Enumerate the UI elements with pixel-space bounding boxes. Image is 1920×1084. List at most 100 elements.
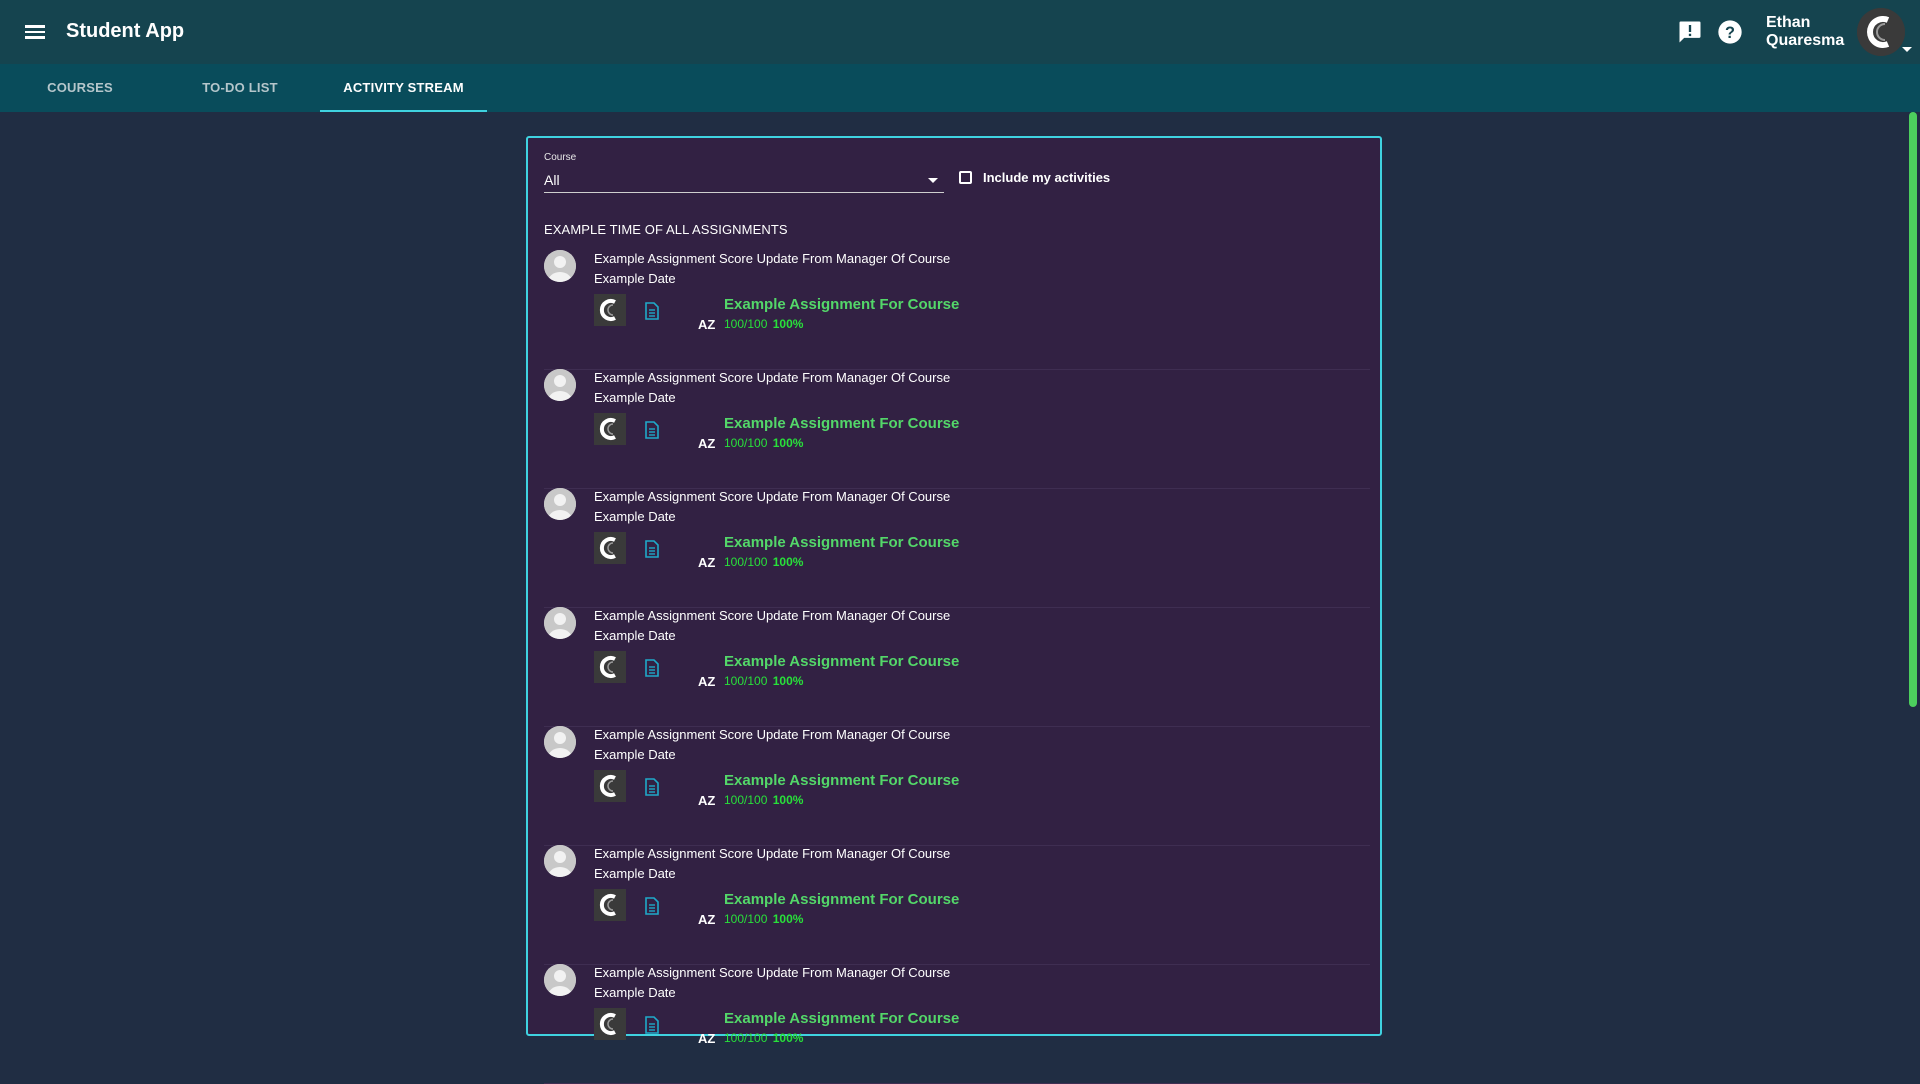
include-my-activities-label: Include my activities (983, 170, 1111, 185)
document-icon[interactable] (644, 540, 660, 558)
assignment-score: 100/100 100% (724, 674, 803, 688)
assignment-link[interactable]: Example Assignment For Course (724, 653, 959, 670)
activity-title: Example Assignment Score Update From Man… (594, 846, 951, 861)
activity-date: Example Date (594, 509, 676, 524)
activity-item: Example Assignment Score Update From Man… (544, 488, 1370, 608)
help-icon[interactable]: ? (1716, 18, 1744, 46)
course-code: AZ (698, 317, 716, 332)
user-avatar-icon (544, 964, 576, 996)
course-code: AZ (698, 436, 716, 451)
feedback-icon[interactable] (1676, 18, 1704, 46)
activity-date: Example Date (594, 390, 676, 405)
course-filter: Course All (544, 152, 944, 196)
assignment-link[interactable]: Example Assignment For Course (724, 772, 959, 789)
score-value: 100/100 (724, 317, 768, 331)
activity-title: Example Assignment Score Update From Man… (594, 370, 951, 385)
include-my-activities-checkbox[interactable] (959, 171, 972, 184)
assignment-link[interactable]: Example Assignment For Course (724, 891, 959, 908)
activity-date: Example Date (594, 628, 676, 643)
document-icon[interactable] (644, 659, 660, 677)
course-select-value: All (544, 172, 560, 188)
course-code: AZ (698, 555, 716, 570)
score-percent: 100% (772, 436, 804, 450)
user-first-name: Ethan (1766, 14, 1811, 31)
user-avatar[interactable] (1857, 8, 1905, 56)
user-avatar-icon (544, 607, 576, 639)
course-logo-icon[interactable] (594, 889, 626, 921)
user-avatar-icon (544, 726, 576, 758)
assignment-score: 100/100 100% (724, 436, 803, 450)
activity-title: Example Assignment Score Update From Man… (594, 251, 951, 266)
course-logo-icon[interactable] (594, 651, 626, 683)
chevron-down-icon (928, 178, 938, 183)
activity-title: Example Assignment Score Update From Man… (594, 965, 951, 980)
main-tabs: COURSES TO-DO LIST ACTIVITY STREAM (0, 64, 1920, 112)
document-icon[interactable] (644, 778, 660, 796)
tab-activity-stream[interactable]: ACTIVITY STREAM (320, 64, 487, 112)
course-select-label: Course (544, 152, 577, 163)
svg-text:?: ? (1725, 24, 1735, 42)
activity-title: Example Assignment Score Update From Man… (594, 489, 951, 504)
score-percent: 100% (772, 555, 804, 569)
page-scrollbar-thumb[interactable] (1909, 112, 1917, 707)
account-menu-caret-icon[interactable] (1902, 47, 1912, 52)
activity-item: Example Assignment Score Update From Man… (544, 845, 1370, 965)
activity-item: Example Assignment Score Update From Man… (544, 369, 1370, 489)
user-avatar-icon (544, 369, 576, 401)
course-logo-icon[interactable] (594, 770, 626, 802)
score-value: 100/100 (724, 436, 768, 450)
assignment-link[interactable]: Example Assignment For Course (724, 1010, 959, 1027)
activity-item: Example Assignment Score Update From Man… (544, 250, 1370, 370)
user-avatar-icon (544, 250, 576, 282)
score-percent: 100% (772, 1031, 804, 1045)
activity-title: Example Assignment Score Update From Man… (594, 608, 951, 623)
score-percent: 100% (772, 674, 804, 688)
course-code: AZ (698, 1031, 716, 1046)
score-value: 100/100 (724, 912, 768, 926)
assignment-link[interactable]: Example Assignment For Course (724, 534, 959, 551)
tab-courses[interactable]: COURSES (26, 64, 134, 112)
app-header: Student App ? Ethan Quaresma (0, 0, 1920, 64)
course-logo-icon[interactable] (594, 413, 626, 445)
section-title: EXAMPLE TIME OF ALL ASSIGNMENTS (544, 222, 788, 237)
score-percent: 100% (772, 317, 804, 331)
user-avatar-icon (544, 488, 576, 520)
document-icon[interactable] (644, 302, 660, 320)
activity-date: Example Date (594, 747, 676, 762)
assignment-score: 100/100 100% (724, 555, 803, 569)
score-percent: 100% (772, 912, 804, 926)
tab-todo-list[interactable]: TO-DO LIST (180, 64, 300, 112)
score-value: 100/100 (724, 674, 768, 688)
assignment-link[interactable]: Example Assignment For Course (724, 415, 959, 432)
document-icon[interactable] (644, 897, 660, 915)
activity-title: Example Assignment Score Update From Man… (594, 727, 951, 742)
course-logo-icon[interactable] (594, 294, 626, 326)
user-name[interactable]: Ethan Quaresma (1766, 14, 1844, 50)
user-avatar-icon (544, 845, 576, 877)
assignment-score: 100/100 100% (724, 793, 803, 807)
activity-stream-panel: Course All Include my activities EXAMPLE… (526, 136, 1382, 1084)
activity-date: Example Date (594, 866, 676, 881)
activity-item: Example Assignment Score Update From Man… (544, 964, 1370, 1084)
course-logo-icon[interactable] (594, 1008, 626, 1040)
course-code: AZ (698, 674, 716, 689)
score-percent: 100% (772, 793, 804, 807)
document-icon[interactable] (644, 1016, 660, 1034)
course-logo-icon[interactable] (594, 532, 626, 564)
assignment-score: 100/100 100% (724, 1031, 803, 1045)
user-last-name: Quaresma (1766, 32, 1845, 49)
document-icon[interactable] (644, 421, 660, 439)
course-code: AZ (698, 793, 716, 808)
course-select[interactable]: All (544, 166, 944, 193)
assignment-score: 100/100 100% (724, 317, 803, 331)
assignment-score: 100/100 100% (724, 912, 803, 926)
menu-icon[interactable] (22, 20, 48, 44)
activity-date: Example Date (594, 985, 676, 1000)
score-value: 100/100 (724, 793, 768, 807)
activity-date: Example Date (594, 271, 676, 286)
score-value: 100/100 (724, 1031, 768, 1045)
activity-item: Example Assignment Score Update From Man… (544, 726, 1370, 846)
assignment-link[interactable]: Example Assignment For Course (724, 296, 959, 313)
app-title: Student App (66, 20, 185, 42)
activity-item: Example Assignment Score Update From Man… (544, 607, 1370, 727)
